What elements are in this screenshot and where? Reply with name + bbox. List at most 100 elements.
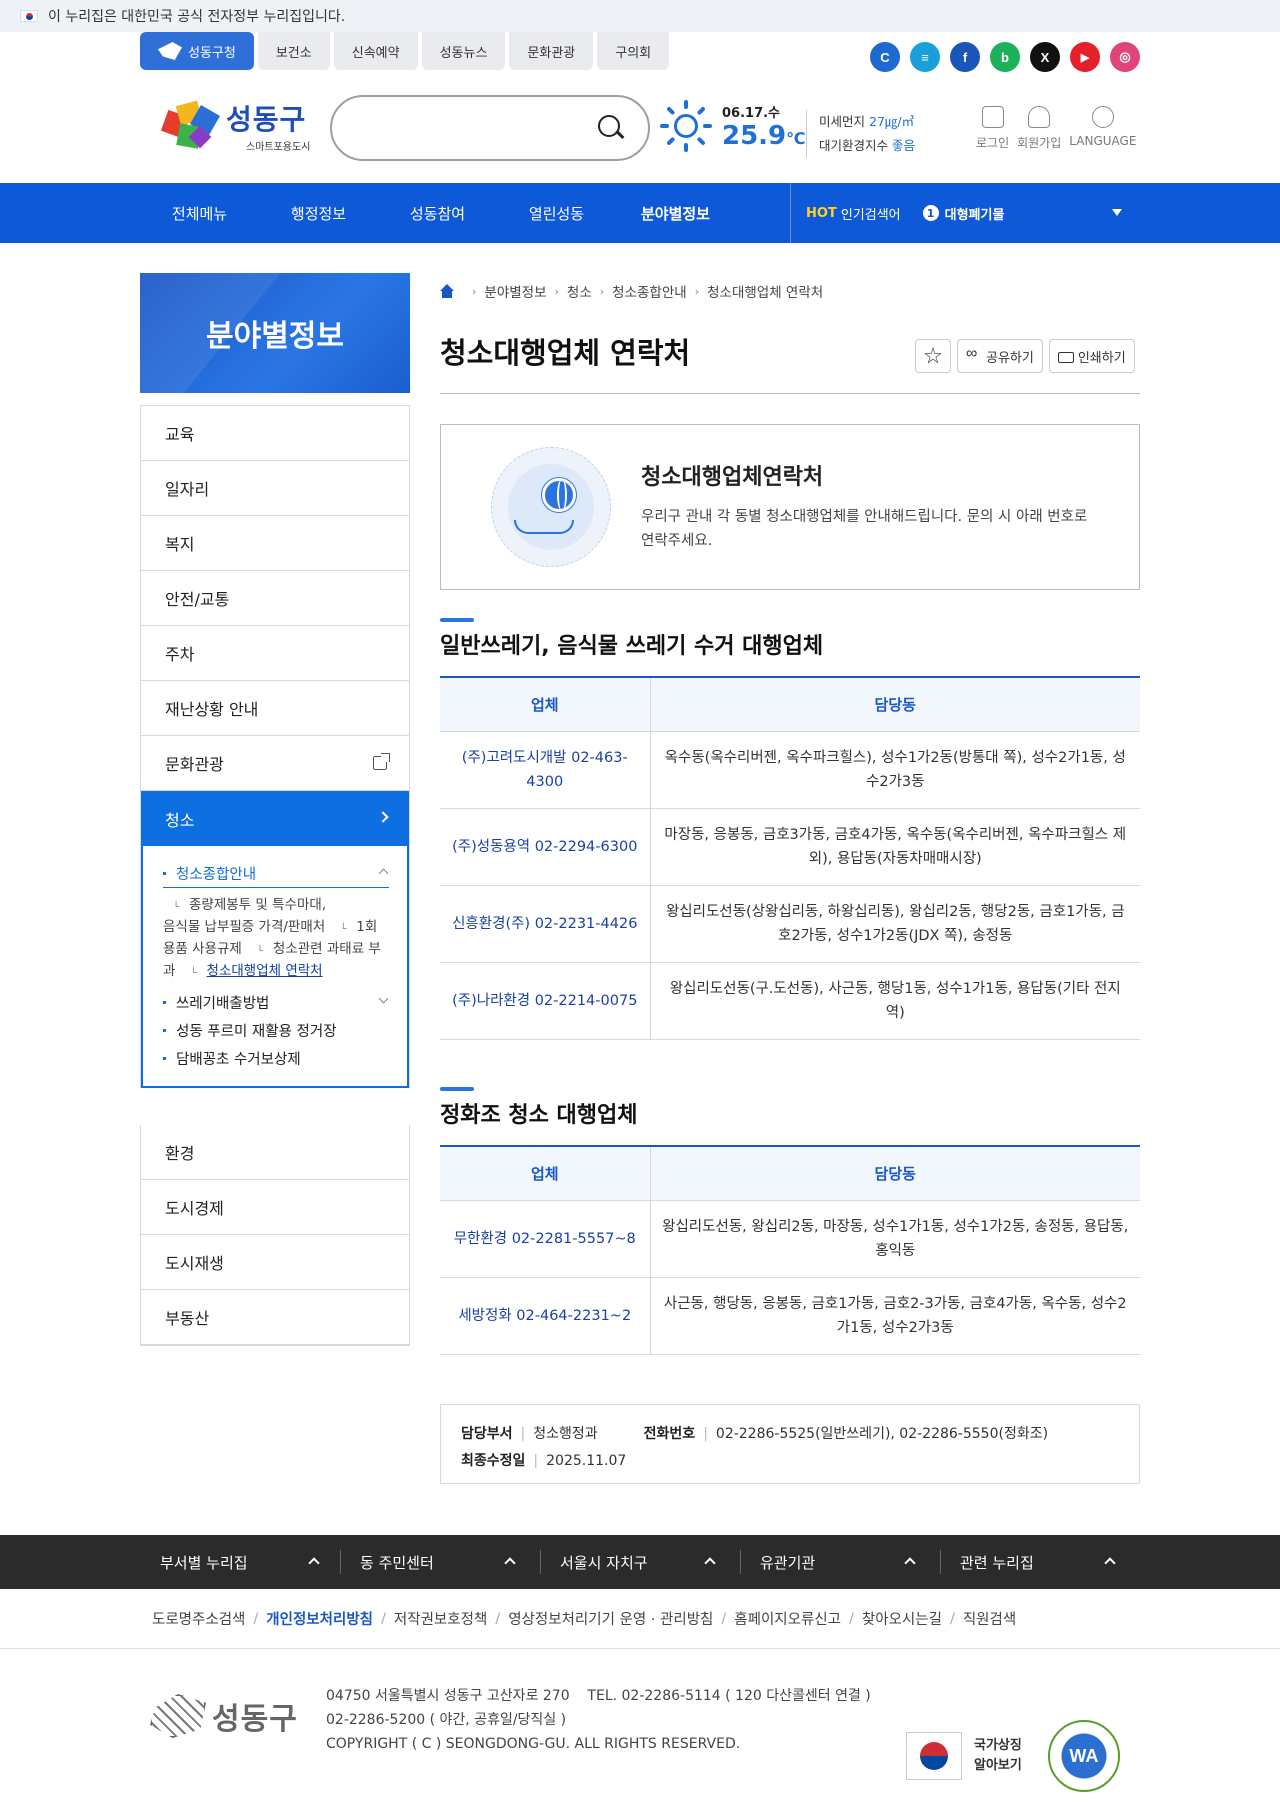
search-input[interactable]: [356, 97, 606, 159]
sub-cigarette-reward[interactable]: 담배꽁초 수거보상제: [163, 1044, 389, 1072]
footer-logo: 성동구: [150, 1694, 298, 1738]
sub-cleaning-guide[interactable]: 청소종합안내: [163, 860, 389, 888]
share-icon: [966, 345, 982, 364]
hot-keyword[interactable]: 대형폐기물: [945, 204, 1005, 223]
footer-link-bar: 부서별 누리집 동 주민센터 서울시 자치구 유관기관 관련 누리집: [0, 1535, 1280, 1589]
x-icon[interactable]: X: [1030, 42, 1060, 72]
search-box: [330, 95, 650, 161]
sub-waste-disposal[interactable]: 쓰레기배출방법: [163, 988, 389, 1016]
chevron-up-icon: [1104, 1557, 1116, 1569]
gnb-field-info[interactable]: 분야별정보: [616, 203, 735, 224]
dept-name: 청소행정과: [533, 1426, 598, 1442]
footer-dept-sites[interactable]: 부서별 누리집: [160, 1535, 320, 1589]
refresh-icon[interactable]: C: [870, 42, 900, 72]
table-row: (주)나라환경 02-2214-0075 왕십리도선동(구.도선동), 사근동, …: [440, 962, 1140, 1040]
policy-directions[interactable]: 찾아오시는길: [862, 1608, 942, 1629]
policy-links: 도로명주소검색 / 개인정보처리방침 / 저작권보호정책 / 영상정보처리기기 운영 …: [0, 1589, 1280, 1649]
lnb-item-economy[interactable]: 도시경제: [141, 1180, 409, 1235]
lnb-item-jobs[interactable]: 일자리: [141, 461, 409, 516]
logo-subtitle: 스마트포용도시: [246, 142, 311, 153]
chat-icon[interactable]: ≡: [910, 42, 940, 72]
site-tab-news[interactable]: 성동뉴스: [421, 32, 506, 70]
favorite-button[interactable]: [915, 339, 951, 373]
breadcrumb-item[interactable]: 청소종합안내: [612, 281, 687, 301]
national-emblem-link[interactable]: [906, 1732, 962, 1780]
signup-link[interactable]: 회원가입: [1017, 106, 1061, 151]
language-link[interactable]: LANGUAGE: [1069, 106, 1136, 151]
facebook-icon[interactable]: f: [950, 42, 980, 72]
print-button[interactable]: 인쇄하기: [1048, 339, 1135, 373]
intro-description: 우리구 관내 각 동별 청소대행업체를 안내해드립니다. 문의 시 아래 번호로…: [641, 509, 1088, 549]
footer-community-centers[interactable]: 동 주민센터: [360, 1535, 516, 1589]
dust-value: 27㎍/㎥: [869, 114, 915, 129]
site-tab-culture[interactable]: 문화관광: [509, 32, 594, 70]
lnb-title: 분야별정보: [140, 273, 410, 393]
lnb-item-regeneration[interactable]: 도시재생: [141, 1235, 409, 1290]
search-icon[interactable]: [596, 113, 626, 143]
chevron-up-icon: [904, 1557, 916, 1569]
gnb-participation[interactable]: 성동참여: [378, 203, 497, 224]
site-tabs: 성동구청 보건소 신속예약 성동뉴스 문화관광 구의회: [140, 32, 670, 70]
login-link[interactable]: 로그인: [976, 106, 1009, 151]
print-icon: [1057, 351, 1074, 363]
site-tab-quick-reservation[interactable]: 신속예약: [333, 32, 418, 70]
share-button[interactable]: 공유하기: [957, 339, 1043, 373]
gov-banner-text: 이 누리집은 대한민국 공식 전자정부 누리집입니다.: [48, 9, 346, 25]
table-row: (주)고려도시개발 02-463-4300 옥수동(옥수리버젠, 옥수파크힐스),…: [440, 731, 1140, 809]
youtube-icon[interactable]: ▶: [1070, 42, 1100, 72]
policy-cctv[interactable]: 영상정보처리기기 운영 · 관리방침: [508, 1608, 713, 1629]
lnb-item-safety[interactable]: 안전/교통: [141, 571, 409, 626]
home-icon[interactable]: [440, 284, 454, 298]
footer-related-sites[interactable]: 관련 누리집: [960, 1535, 1116, 1589]
policy-privacy[interactable]: 개인정보처리방침: [266, 1608, 373, 1629]
hot-keywords[interactable]: HOT 인기검색어 1 대형폐기물: [806, 183, 1004, 243]
dept-tel: 02-2286-5525(일반쓰레기), 02-2286-5550(정화조): [715, 1426, 1049, 1442]
site-tab-council[interactable]: 구의회: [597, 32, 670, 70]
lnb-item-disaster[interactable]: 재난상황 안내: [141, 681, 409, 736]
footer-seoul-districts[interactable]: 서울시 자치구: [560, 1535, 716, 1589]
lnb-item-real-estate[interactable]: 부동산: [141, 1290, 409, 1345]
footer-related-orgs[interactable]: 유관기관: [760, 1535, 916, 1589]
lnb-item-culture[interactable]: 문화관광: [141, 736, 409, 791]
gnb-open-seongdong[interactable]: 열린성동: [497, 203, 616, 224]
chevron-right-icon: [377, 811, 389, 823]
gnb-admin-info[interactable]: 행정정보: [259, 203, 378, 224]
service-icon: [491, 447, 611, 567]
seongdong-logo-icon: [150, 1694, 206, 1738]
gov-banner: 이 누리집은 대한민국 공식 전자정부 누리집입니다.: [0, 0, 1280, 32]
lnb-item-welfare[interactable]: 복지: [141, 516, 409, 571]
lnb-item-parking[interactable]: 주차: [141, 626, 409, 681]
sub-bag-price[interactable]: 종량제봉투 및 특수마대, 음식물 납부필증 가격/판매처: [163, 897, 326, 935]
lnb-item-cleaning[interactable]: 청소: [141, 791, 409, 846]
table-row: 무한환경 02-2281-5557~8 왕십리도선동, 왕십리2동, 마장동, 성…: [440, 1200, 1140, 1278]
gnb-all-menu[interactable]: 전체메뉴: [140, 203, 259, 224]
utility-menu: 로그인 회원가입 LANGUAGE: [976, 106, 1136, 151]
chevron-down-icon[interactable]: [1112, 209, 1122, 216]
taegeuk-icon: [920, 1742, 948, 1770]
policy-copyright[interactable]: 저작권보호정책: [394, 1608, 487, 1629]
policy-error-report[interactable]: 홈페이지오류신고: [734, 1608, 841, 1629]
lnb-item-education[interactable]: 교육: [141, 406, 409, 461]
side-nav: 교육 일자리 복지 안전/교통 주차 재난상황 안내 문화관광 청소 청소종합안…: [140, 405, 410, 1088]
policy-staff-search[interactable]: 직원검색: [963, 1608, 1016, 1629]
site-tab-seongdong[interactable]: 성동구청: [140, 32, 254, 70]
globe-icon: [542, 478, 576, 512]
weather-temp: 25.9℃: [722, 120, 806, 151]
site-logo[interactable]: 성동구 스마트포용도시: [160, 98, 310, 153]
instagram-icon[interactable]: ◎: [1110, 42, 1140, 72]
breadcrumb-item[interactable]: 분야별정보: [484, 281, 546, 301]
title-divider: [440, 393, 1140, 394]
table-header: 담당동: [650, 1146, 1140, 1201]
blog-icon[interactable]: b: [990, 42, 1020, 72]
lnb-item-environment[interactable]: 환경: [141, 1125, 409, 1180]
policy-address-search[interactable]: 도로명주소검색: [152, 1608, 245, 1629]
table-row: 신흥환경(주) 02-2231-4426 왕십리도선동(상왕십리동, 하왕십리동)…: [440, 885, 1140, 963]
manager-info: 담당부서 | 청소행정과 전화번호 | 02-2286-5525(일반쓰레기), 02-…: [440, 1404, 1140, 1484]
sub-recycling-station[interactable]: 성동 푸르미 재활용 정거장: [163, 1016, 389, 1044]
sub-contractor-contact[interactable]: 청소대행업체 연락처: [181, 963, 323, 979]
seongdong-logo-icon: [158, 42, 182, 60]
logo-title: 성동구: [226, 103, 307, 136]
breadcrumb-item[interactable]: 청소: [567, 281, 592, 301]
site-tab-health-center[interactable]: 보건소: [257, 32, 330, 70]
lock-icon: [981, 106, 1004, 128]
